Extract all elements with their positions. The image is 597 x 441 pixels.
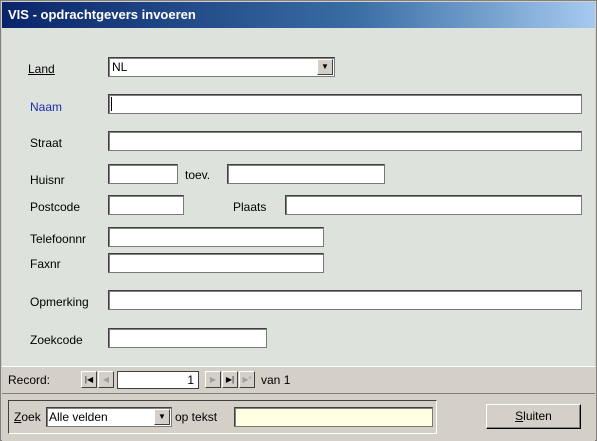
- opmerking-input[interactable]: [108, 290, 582, 310]
- last-record-button[interactable]: ▶|: [222, 371, 238, 388]
- chevron-down-icon: ▼: [321, 62, 329, 71]
- naam-input[interactable]: [108, 94, 582, 114]
- search-field-value: Alle velden: [49, 410, 108, 424]
- land-select-value: NL: [112, 60, 128, 74]
- new-record-button[interactable]: ▶*: [239, 371, 255, 388]
- search-field-select[interactable]: Alle velden ▼: [46, 407, 172, 427]
- first-record-icon: |◀: [84, 375, 94, 384]
- land-label: Land: [28, 62, 55, 76]
- previous-record-icon: ◀: [102, 375, 110, 384]
- record-of-label: van: [261, 373, 281, 387]
- main-window: VIS - opdrachtgevers invoeren Land NL ▼ …: [0, 0, 597, 441]
- straat-input[interactable]: [108, 131, 582, 151]
- first-record-button[interactable]: |◀: [81, 371, 97, 388]
- huisnr-input[interactable]: [108, 164, 178, 184]
- postcode-label: Postcode: [30, 200, 81, 214]
- search-text-input[interactable]: [234, 407, 433, 427]
- opmerking-label: Opmerking: [30, 295, 89, 309]
- plaats-input[interactable]: [285, 195, 582, 215]
- record-label: Record:: [8, 373, 51, 387]
- search-field-dropdown-button[interactable]: ▼: [154, 409, 170, 425]
- title-bar: VIS - opdrachtgevers invoeren: [2, 2, 595, 28]
- search-group: Zoek Alle velden ▼ op tekst: [8, 400, 437, 434]
- record-navigation-bar: Record: |◀ ◀ 1 ▶ ▶| ▶* van 1: [2, 366, 595, 393]
- next-record-button[interactable]: ▶: [205, 371, 221, 388]
- toev-input[interactable]: [227, 164, 385, 184]
- straat-label: Straat: [30, 136, 63, 150]
- faxnr-label: Faxnr: [30, 257, 61, 271]
- chevron-down-icon: ▼: [158, 412, 166, 421]
- text-cursor: [111, 97, 112, 111]
- zoek-label: Zoek: [14, 410, 41, 424]
- toev-label: toev.: [185, 168, 211, 182]
- zoekcode-label: Zoekcode: [30, 333, 83, 347]
- plaats-label: Plaats: [233, 200, 267, 214]
- land-dropdown-button[interactable]: ▼: [317, 59, 333, 75]
- telefoonnr-label: Telefoonnr: [30, 232, 87, 246]
- op-tekst-label: op tekst: [175, 410, 218, 424]
- search-bar: Zoek Alle velden ▼ op tekst Sluiten: [2, 393, 595, 441]
- faxnr-input[interactable]: [108, 253, 324, 273]
- telefoonnr-input[interactable]: [108, 227, 324, 247]
- record-number-input[interactable]: 1: [117, 371, 199, 389]
- record-total-value: 1: [283, 373, 291, 387]
- window-title: VIS - opdrachtgevers invoeren: [8, 7, 196, 22]
- huisnr-label: Huisnr: [30, 173, 65, 187]
- last-record-icon: ▶|: [225, 375, 235, 384]
- postcode-input[interactable]: [108, 195, 184, 215]
- land-label-text: Land: [28, 62, 55, 76]
- previous-record-button[interactable]: ◀: [98, 371, 114, 388]
- client-form: Land NL ▼ Naam Straat Huisnr toev. Postc…: [2, 28, 595, 366]
- next-record-icon: ▶: [209, 375, 217, 384]
- naam-label: Naam: [30, 100, 63, 114]
- zoekcode-input[interactable]: [108, 328, 267, 348]
- land-select[interactable]: NL ▼: [108, 57, 335, 77]
- record-total: van 1: [261, 373, 290, 387]
- sluiten-button[interactable]: Sluiten: [486, 404, 581, 429]
- new-record-icon: ▶*: [242, 375, 252, 384]
